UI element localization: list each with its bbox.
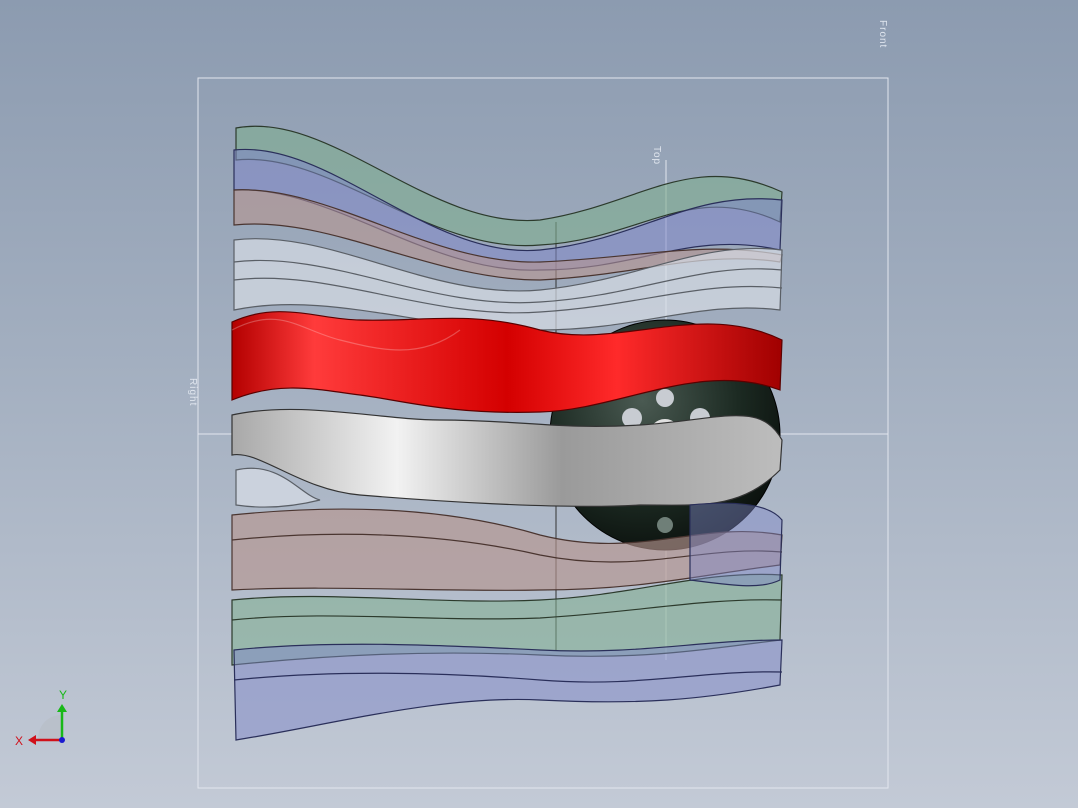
ribbon-blue-bottom[interactable]: [233, 639, 783, 741]
front-plane-label: Front: [877, 20, 888, 49]
ribbon-blue-side[interactable]: [689, 502, 783, 587]
triad-y-label: Y: [59, 688, 67, 702]
triad-x-label: X: [15, 734, 23, 748]
view-triad[interactable]: Y X: [15, 688, 67, 748]
top-plane-label: Top: [651, 146, 662, 166]
model-scene[interactable]: Y X: [0, 0, 1078, 808]
right-plane-label: Right: [187, 378, 198, 407]
ribbon-gray[interactable]: [231, 408, 783, 507]
graphics-viewport[interactable]: Y X Front Right Top: [0, 0, 1078, 808]
